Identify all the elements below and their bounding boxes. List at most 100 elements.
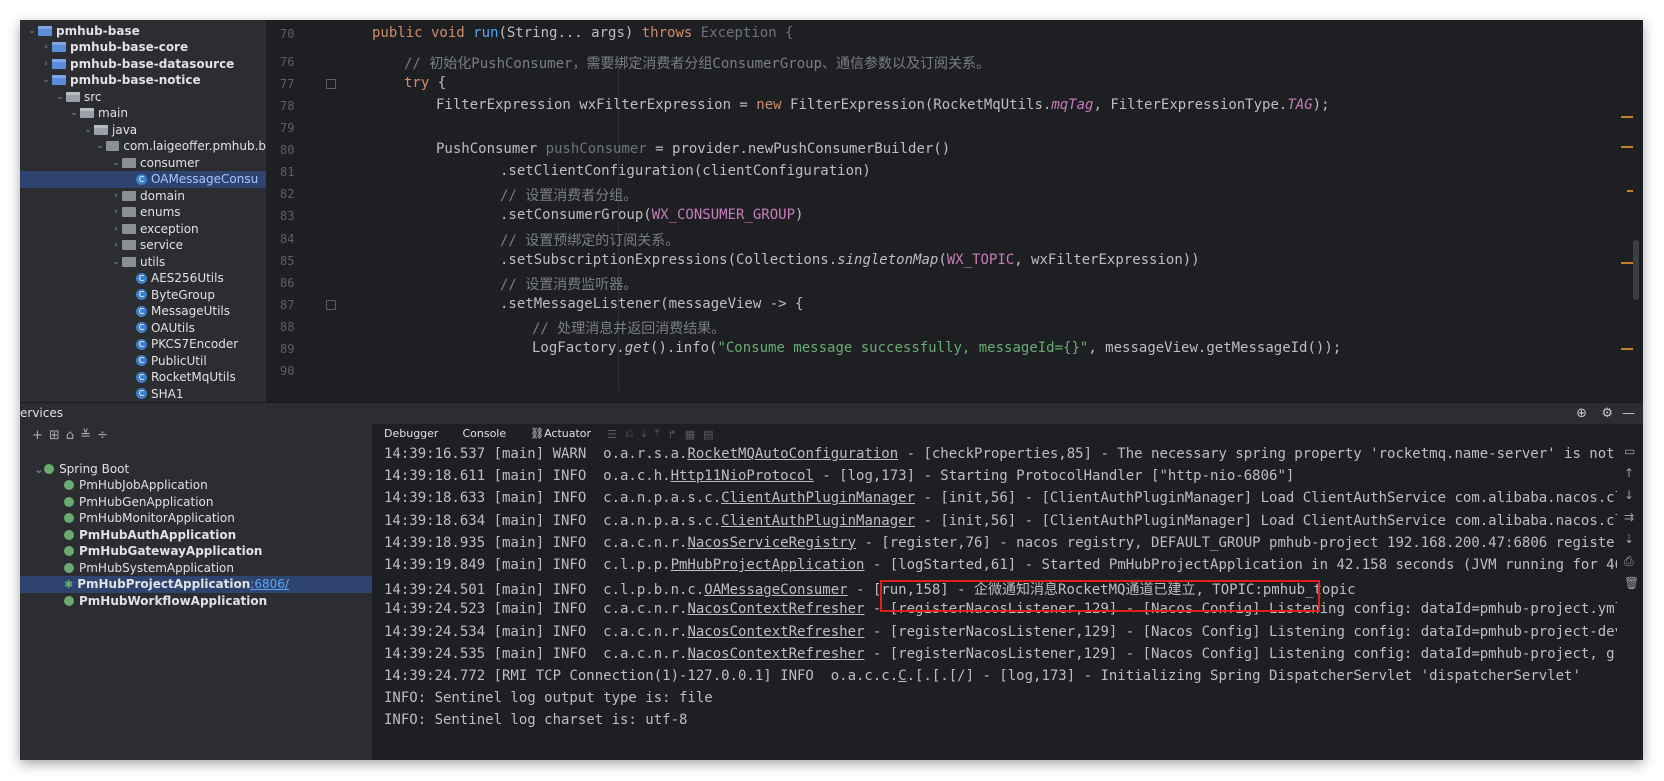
chevron-right-icon[interactable]: › <box>110 224 122 234</box>
step-icon[interactable]: ↱ <box>668 428 677 441</box>
editor-scrollbar[interactable] <box>1633 240 1639 300</box>
tree-item[interactable]: C PKCS7Encoder <box>20 336 266 353</box>
tree-item[interactable]: ⌄ java <box>20 121 266 138</box>
expand-all-icon[interactable]: ≚ <box>80 428 91 443</box>
chevron-down-icon[interactable]: ⌄ <box>82 125 94 135</box>
chevron-down-icon[interactable]: ⌄ <box>26 26 38 36</box>
globe-icon[interactable]: ⊕ <box>1576 406 1587 421</box>
tree-item[interactable]: C OAUtils <box>20 319 266 336</box>
log-class-link[interactable]: ClientAuthPluginManager <box>721 490 915 506</box>
log-class-link[interactable]: ClientAuthPluginManager <box>721 513 915 529</box>
scroll-end-icon[interactable]: ⇣ <box>1624 532 1634 546</box>
warning-marker[interactable] <box>1621 116 1633 118</box>
log-line[interactable]: 14:39:24.772 [RMI TCP Connection(1)-127.… <box>384 668 1581 684</box>
minimize-icon[interactable]: — <box>1622 406 1635 421</box>
tab-debugger[interactable]: Debugger <box>372 424 450 444</box>
code-line-80[interactable]: PushConsumer pushConsumer = provider.new… <box>436 141 950 157</box>
download-icon[interactable]: ⤓ <box>642 427 647 441</box>
log-class-link[interactable]: RocketMQAutoConfiguration <box>687 446 898 462</box>
chevron-down-icon[interactable]: ⌄ <box>34 462 44 476</box>
log-line[interactable]: INFO: Sentinel log output type is: file <box>384 690 713 706</box>
code-line-77[interactable]: try { <box>404 75 446 91</box>
chevron-right-icon[interactable]: › <box>40 42 52 52</box>
code-line-76[interactable]: // 初始化PushConsumer，需要绑定消费者分组ConsumerGrou… <box>404 53 990 73</box>
add-icon[interactable]: + <box>32 428 43 443</box>
code-line-82[interactable]: // 设置消费者分组。 <box>500 185 637 205</box>
tab-actuator[interactable]: ⛓Actuator <box>518 424 603 444</box>
fold-icon[interactable] <box>326 79 336 89</box>
tree-item[interactable]: ⌄ com.laigeoffer.pmhub.b <box>20 138 266 155</box>
log-line[interactable]: 14:39:24.535 [main] INFO c.a.c.n.r.Nacos… <box>384 646 1623 662</box>
tree-item[interactable]: › pmhub-base-datasource <box>20 55 266 72</box>
chevron-right-icon[interactable]: › <box>40 59 52 69</box>
tree-item[interactable]: › exception <box>20 220 266 237</box>
chevron-down-icon[interactable]: ⌄ <box>94 141 106 151</box>
code-line-87[interactable]: .setMessageListener(messageView -> { <box>500 296 803 312</box>
code-line-78[interactable]: FilterExpression wxFilterExpression = ne… <box>436 97 1330 113</box>
tree-item[interactable]: C SHA1 <box>20 385 266 402</box>
restore-icon[interactable]: ⎌ <box>625 427 634 441</box>
tree-item[interactable]: ⌄ pmhub-base-notice <box>20 72 266 89</box>
group-icon[interactable]: ⊞ <box>49 428 60 443</box>
service-item[interactable]: PmHubAuthApplication <box>20 526 372 543</box>
log-line[interactable]: 14:39:18.935 [main] INFO c.a.c.n.r.Nacos… <box>384 535 1623 551</box>
service-port-link[interactable]: :6806/ <box>250 577 289 591</box>
warning-marker[interactable] <box>1621 262 1633 264</box>
code-line-89[interactable]: LogFactory.get().info("Consume message s… <box>532 340 1341 356</box>
service-item[interactable]: PmHubGenApplication <box>20 493 372 510</box>
service-item[interactable]: ⌄ Spring Boot <box>20 460 372 477</box>
code-line-83[interactable]: .setConsumerGroup(WX_CONSUMER_GROUP) <box>500 207 803 223</box>
tree-item[interactable]: C PublicUtil <box>20 352 266 369</box>
log-line[interactable]: 14:39:16.537 [main] WARN o.a.r.s.a.Rocke… <box>384 446 1615 462</box>
chevron-right-icon[interactable]: › <box>110 240 122 250</box>
chevron-down-icon[interactable]: ⌄ <box>110 257 122 267</box>
trash-icon[interactable]: 🗑 <box>1624 576 1639 590</box>
log-line[interactable]: INFO: Sentinel log charset is: utf-8 <box>384 712 687 728</box>
log-class-link[interactable]: NacosContextRefresher <box>687 646 864 662</box>
tree-item[interactable]: › domain <box>20 187 266 204</box>
tree-item[interactable]: ⌄ consumer <box>20 154 266 171</box>
tab-console[interactable]: Console <box>450 424 518 444</box>
service-item[interactable]: PmHubMonitorApplication <box>20 510 372 527</box>
service-item[interactable]: ✱ PmHubProjectApplication:6806/ <box>20 575 372 593</box>
code-line-84[interactable]: // 设置预绑定的订阅关系。 <box>500 230 679 250</box>
list-icon[interactable]: ▤ <box>703 428 713 441</box>
tree-item[interactable]: C MessageUtils <box>20 303 266 320</box>
service-item[interactable]: PmHubGatewayApplication <box>20 543 372 560</box>
chevron-down-icon[interactable]: ⌄ <box>68 108 80 118</box>
warning-marker[interactable] <box>1621 146 1633 148</box>
down-arrow-icon[interactable]: ↓ <box>1624 488 1634 502</box>
log-class-link[interactable]: OAMessageConsumer <box>704 582 847 598</box>
gear-icon[interactable]: ⚙ <box>1601 406 1613 421</box>
log-line[interactable]: 14:39:18.633 [main] INFO c.a.n.p.a.s.c.C… <box>384 490 1623 506</box>
tree-item[interactable]: C ByteGroup <box>20 286 266 303</box>
up-arrow-icon[interactable]: ↑ <box>1624 466 1634 480</box>
code-line-81[interactable]: .setClientConfiguration(clientConfigurat… <box>500 163 871 179</box>
warning-marker[interactable] <box>1621 348 1633 350</box>
code-line-88[interactable]: // 处理消息并返回消费结果。 <box>532 318 725 338</box>
log-class-link[interactable]: PmHubProjectApplication <box>671 557 865 573</box>
menu-icon[interactable]: ☰ <box>607 428 617 441</box>
chevron-down-icon[interactable]: ⌄ <box>40 75 52 85</box>
chevron-down-icon[interactable]: ⌄ <box>54 92 66 102</box>
tree-item[interactable]: ⌄ main <box>20 105 266 122</box>
tree-item[interactable]: › service <box>20 237 266 254</box>
print-icon[interactable]: ⎙ <box>1624 554 1634 569</box>
console-menu-icon[interactable]: ▭ <box>1624 444 1635 458</box>
collapse-all-icon[interactable]: ÷ <box>97 428 108 443</box>
log-class-link[interactable]: NacosServiceRegistry <box>687 535 856 551</box>
soft-wrap-icon[interactable]: ⇉ <box>1624 510 1634 524</box>
log-line[interactable]: 14:39:18.634 [main] INFO c.a.n.p.a.s.c.C… <box>384 513 1623 529</box>
service-item[interactable]: PmHubJobApplication <box>20 477 372 494</box>
code-line-85[interactable]: .setSubscriptionExpressions(Collections.… <box>500 252 1200 268</box>
chevron-right-icon[interactable]: › <box>110 191 122 201</box>
log-line[interactable]: 14:39:24.534 [main] INFO c.a.c.n.r.Nacos… <box>384 624 1623 640</box>
tree-item[interactable]: ⌄ utils <box>20 253 266 270</box>
log-class-link[interactable]: Http11NioProtocol <box>671 468 814 484</box>
tree-item[interactable]: ⌄ src <box>20 88 266 105</box>
fold-icon[interactable] <box>326 300 336 310</box>
log-line[interactable]: 14:39:18.611 [main] INFO o.a.c.h.Http11N… <box>384 468 1294 484</box>
tree-item[interactable]: › enums <box>20 204 266 221</box>
table-icon[interactable]: ▦ <box>685 428 695 441</box>
tree-item[interactable]: ⌄ pmhub-base <box>20 22 266 39</box>
